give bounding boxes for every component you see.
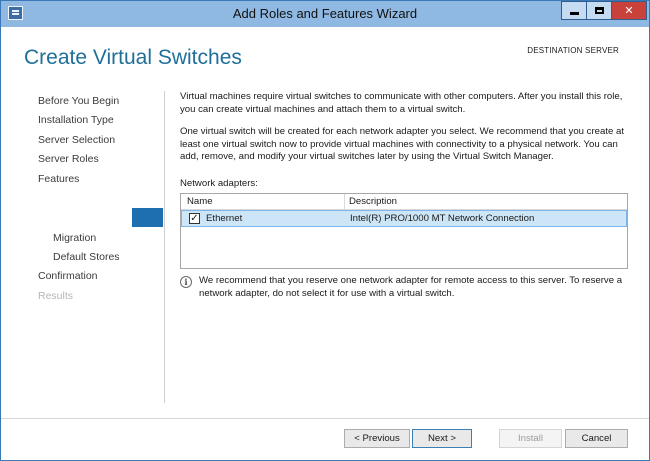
nav-item-current[interactable] xyxy=(1,189,132,229)
close-button[interactable]: ✕ xyxy=(611,1,647,20)
previous-button[interactable]: < Previous xyxy=(344,429,410,448)
info-icon: i xyxy=(180,276,192,288)
nav-item-server-selection[interactable]: Server Selection xyxy=(38,134,115,146)
column-separator[interactable] xyxy=(344,194,345,209)
reserve-adapter-note: We recommend that you reserve one networ… xyxy=(199,275,623,299)
minimize-button[interactable] xyxy=(561,1,587,20)
title-bar[interactable]: Add Roles and Features Wizard ✕ xyxy=(1,1,649,27)
nav-divider xyxy=(164,91,165,403)
maximize-button[interactable] xyxy=(586,1,612,20)
nav-item-features[interactable]: Features xyxy=(38,173,79,185)
table-row[interactable]: ✓ Ethernet Intel(R) PRO/1000 MT Network … xyxy=(181,210,627,227)
column-header-description[interactable]: Description xyxy=(349,196,397,207)
cancel-button[interactable]: Cancel xyxy=(565,429,628,448)
maximize-icon xyxy=(594,7,604,14)
install-button: Install xyxy=(499,429,562,448)
column-header-name[interactable]: Name xyxy=(187,196,213,207)
nav-item-server-roles[interactable]: Server Roles xyxy=(38,153,99,165)
nav-item-installation-type[interactable]: Installation Type xyxy=(38,114,114,126)
nav-item-results: Results xyxy=(38,290,74,302)
intro-paragraph: Virtual machines require virtual switche… xyxy=(180,91,623,115)
window-title: Add Roles and Features Wizard xyxy=(232,6,418,21)
adapter-name: Ethernet xyxy=(206,213,243,224)
nav-item-migration[interactable]: Migration xyxy=(53,232,96,244)
nav-item-before-you-begin[interactable]: Before You Begin xyxy=(38,95,119,107)
table-header: Name Description xyxy=(181,194,627,210)
nav-current-marker xyxy=(132,208,163,227)
minimize-icon xyxy=(569,12,579,15)
network-adapters-label: Network adapters: xyxy=(180,178,258,189)
network-adapters-table[interactable]: Name Description ✓ Ethernet Intel(R) PRO… xyxy=(180,193,628,269)
footer-divider xyxy=(1,418,649,419)
nav-item-confirmation[interactable]: Confirmation xyxy=(38,270,98,282)
nav-item-default-stores[interactable]: Default Stores xyxy=(53,251,120,263)
checkmark-icon: ✓ xyxy=(190,213,199,224)
destination-server-label: DESTINATION SERVER xyxy=(527,46,619,55)
instruction-paragraph: One virtual switch will be created for e… xyxy=(180,126,625,162)
adapter-description: Intel(R) PRO/1000 MT Network Connection xyxy=(350,213,535,224)
ethernet-checkbox[interactable]: ✓ xyxy=(189,213,200,224)
next-button[interactable]: Next > xyxy=(412,429,472,448)
close-icon: ✕ xyxy=(624,5,634,17)
page-title: Create Virtual Switches xyxy=(24,46,242,69)
wizard-window: Add Roles and Features Wizard ✕ Create V… xyxy=(0,0,650,461)
